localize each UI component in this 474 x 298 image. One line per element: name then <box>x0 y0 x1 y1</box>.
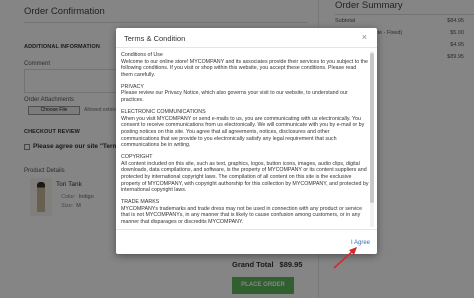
section-heading: COPYRIGHT <box>121 154 153 161</box>
section-text: MYCOMPANYs trademarks and trade dress ma… <box>121 205 363 226</box>
section-heading: PRIVACY <box>121 83 144 90</box>
section-text: Please review our Privacy Notice, which … <box>121 90 348 104</box>
modal-scrollbar[interactable] <box>370 51 374 227</box>
terms-content: Conditions of Use Welcome to our online s… <box>121 52 369 226</box>
close-icon[interactable]: × <box>362 33 367 42</box>
terms-modal: Terms & Condition × Conditions of Use Wel… <box>116 28 377 254</box>
section-heading: TRADE MARKS <box>121 199 160 206</box>
red-arrow-annotation <box>333 247 357 269</box>
scrollbar-thumb[interactable] <box>370 53 374 203</box>
modal-header: Terms & Condition × <box>116 28 377 48</box>
section-text: When you visit MYCOMPANY or send e-mails… <box>121 115 365 149</box>
section-text: All content included on this site, such … <box>121 160 369 194</box>
section-heading: ELECTRONIC COMMUNICATIONS <box>121 109 206 116</box>
section-text: Welcome to our online store! MYCOMPANY a… <box>121 58 369 78</box>
modal-title: Terms & Condition <box>124 34 186 43</box>
section-heading: Conditions of Use <box>121 52 163 58</box>
